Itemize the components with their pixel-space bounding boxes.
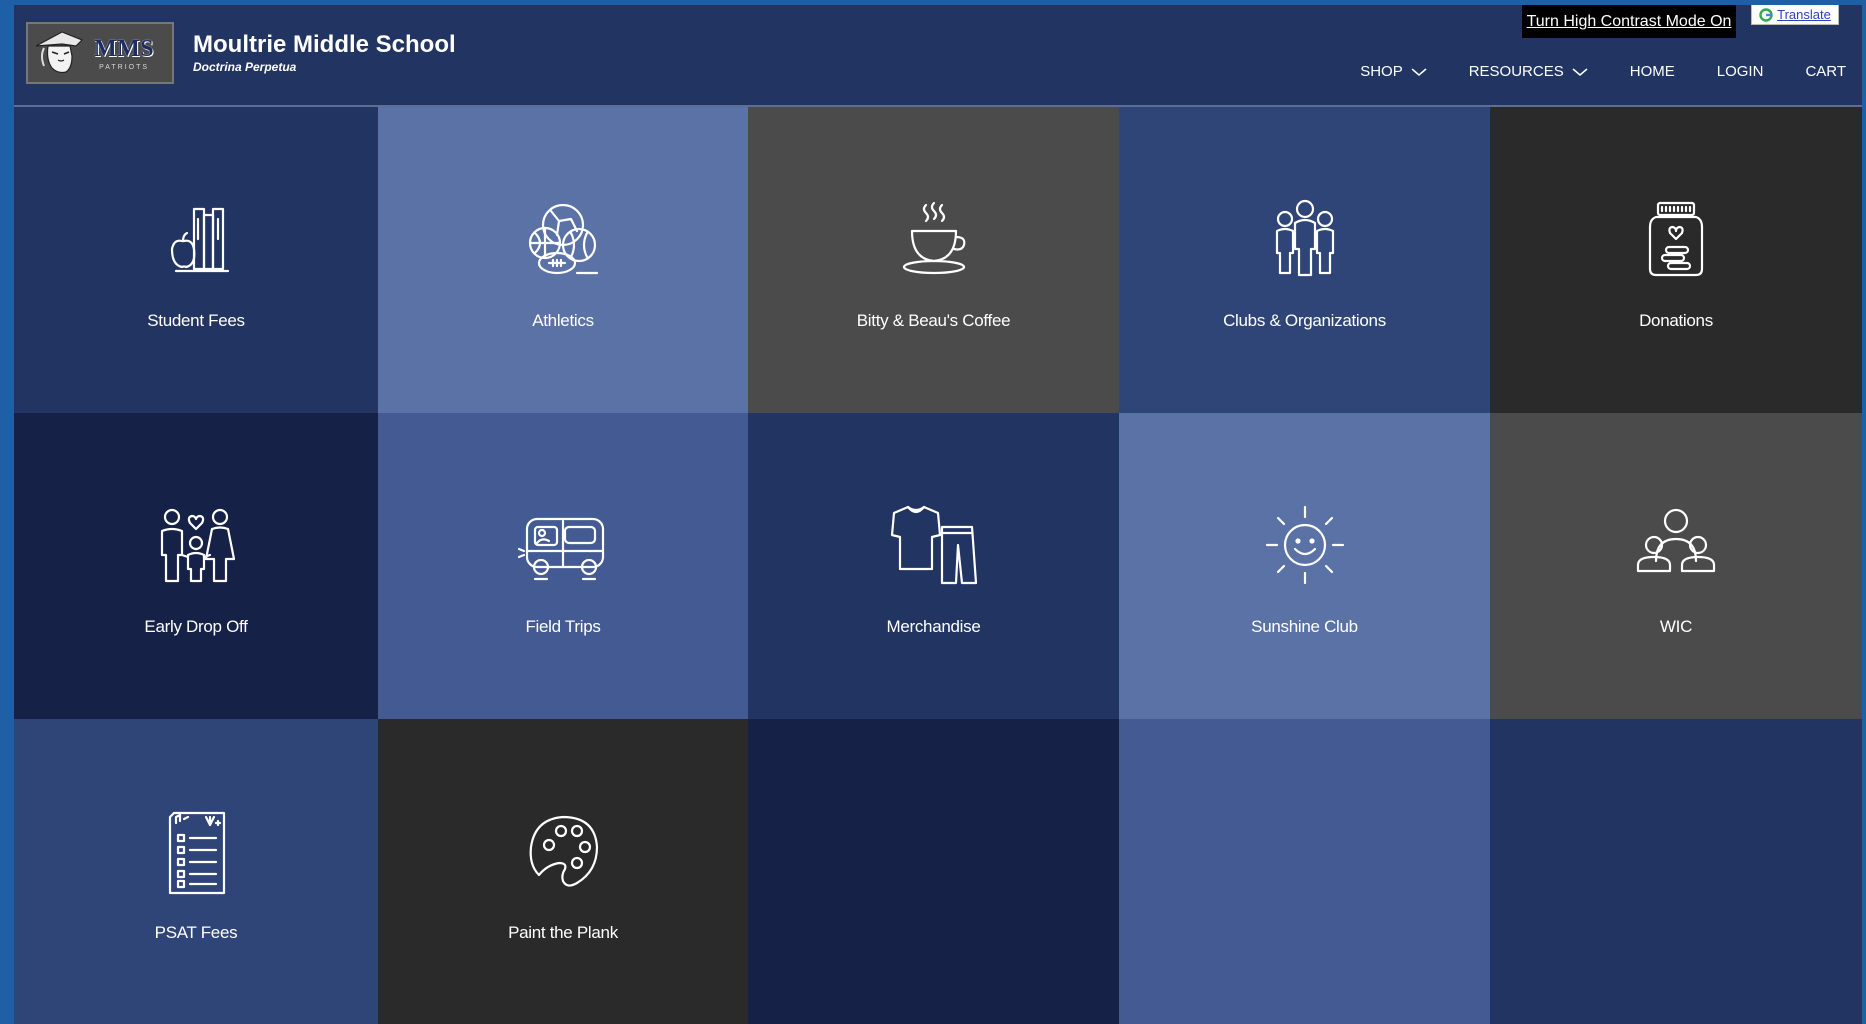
tile-label: Bitty & Beau's Coffee [856,311,1011,330]
site-header: MMS PATRIOTS Moultrie Middle School Doct… [14,5,1862,107]
tile-empty [748,719,1119,1024]
tile-early-drop-off[interactable]: Early Drop Off [14,413,378,719]
tile-label: Merchandise [886,617,981,636]
translate-button[interactable]: Translate [1751,5,1839,25]
tile-wic[interactable]: WIC [1490,413,1862,719]
translate-label: Translate [1777,7,1831,22]
paint-palette-icon [529,815,599,887]
high-contrast-button[interactable]: Turn High Contrast Mode On [1522,5,1736,38]
family-icon [160,508,236,583]
checklist-icon [168,811,226,895]
tile-label: Athletics [532,311,594,330]
tile-field-trips[interactable]: Field Trips [378,413,748,719]
tile-psat-fees[interactable]: PSAT Fees [14,719,378,1024]
people-group-icon [1275,199,1334,277]
tile-label: Sunshine Club [1251,617,1358,636]
tile-coffee[interactable]: Bitty & Beau's Coffee [748,107,1119,413]
nav-login-label: LOGIN [1716,63,1764,80]
donation-jar-icon [1648,201,1704,277]
tile-donations[interactable]: Donations [1490,107,1862,413]
nav-cart-label: CART [1805,63,1846,80]
sports-balls-icon [528,203,599,275]
tile-athletics[interactable]: Athletics [378,107,748,413]
bus-icon [517,517,605,581]
logo-text: MMS [94,35,155,62]
main-nav: SHOP RESOURCES HOME LOGIN CART [1360,63,1846,80]
books-apple-icon [170,207,230,273]
tile-merchandise[interactable]: Merchandise [748,413,1119,719]
tile-sunshine-club[interactable]: Sunshine Club [1119,413,1490,719]
school-motto: Doctrina Perpetua [193,60,297,74]
tile-label: PSAT Fees [154,923,238,942]
category-grid: Student Fees Athletics Bitty & Beau's Co… [14,107,1862,1024]
sun-icon [1265,505,1344,585]
shirt-pants-icon [890,505,977,585]
nav-shop[interactable]: SHOP [1360,63,1427,80]
nav-resources[interactable]: RESOURCES [1469,63,1588,80]
google-g-icon [1759,7,1773,22]
chevron-down-icon [1411,67,1427,76]
group-icon [1636,508,1716,573]
tile-label: Paint the Plank [508,923,618,942]
tile-empty [1490,719,1862,1024]
nav-login[interactable]: LOGIN [1717,63,1764,80]
tile-student-fees[interactable]: Student Fees [14,107,378,413]
patriot-mascot-icon [35,31,84,74]
coffee-cup-icon [902,201,965,275]
school-logo[interactable]: MMS PATRIOTS [26,22,174,84]
logo-subtext: PATRIOTS [99,63,150,71]
tile-paint-the-plank[interactable]: Paint the Plank [378,719,748,1024]
nav-home[interactable]: HOME [1630,63,1675,80]
tile-clubs[interactable]: Clubs & Organizations [1119,107,1490,413]
nav-cart[interactable]: CART [1805,63,1846,80]
school-name[interactable]: Moultrie Middle School [193,31,456,59]
tile-label: Clubs & Organizations [1223,311,1386,330]
tile-label: Donations [1639,311,1713,330]
tile-label: Student Fees [147,311,245,330]
nav-resources-label: RESOURCES [1468,63,1564,80]
tile-label: Field Trips [525,617,601,636]
nav-shop-label: SHOP [1360,63,1403,80]
tile-label: WIC [1659,617,1693,636]
tile-label: Early Drop Off [144,617,248,636]
nav-home-label: HOME [1629,63,1675,80]
chevron-down-icon [1572,67,1588,76]
tile-empty [1119,719,1490,1024]
